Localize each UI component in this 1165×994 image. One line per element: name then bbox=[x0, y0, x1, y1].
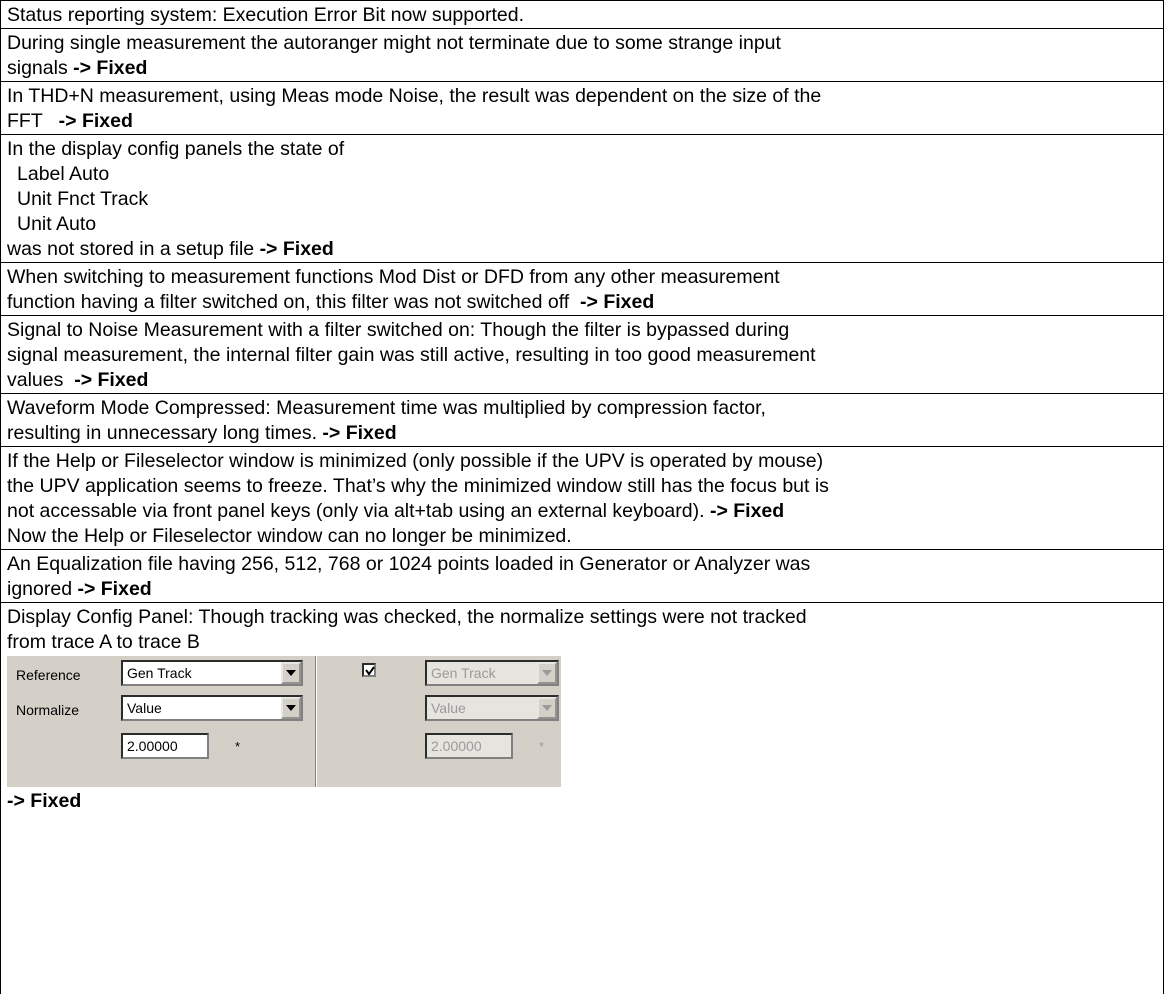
reference-select-b-value: Gen Track bbox=[431, 665, 496, 681]
row-line: Now the Help or Fileselector window can … bbox=[7, 524, 1157, 549]
row-line-text: values bbox=[7, 369, 75, 391]
normalize-value-input-a[interactable]: 2.00000 bbox=[121, 733, 209, 759]
row-line-text: Unit Fnct Track bbox=[17, 188, 149, 210]
row-line: During single measurement the autoranger… bbox=[7, 31, 1157, 56]
reference-select-a-value: Gen Track bbox=[127, 665, 192, 681]
track-checkbox[interactable] bbox=[362, 663, 376, 677]
row-line-text: the UPV application seems to freeze. Tha… bbox=[7, 475, 829, 497]
row-line: When switching to measurement functions … bbox=[7, 265, 1157, 290]
row-line-text: Signal to Noise Measurement with a filte… bbox=[7, 319, 790, 341]
table-row: Waveform Mode Compressed: Measurement ti… bbox=[1, 394, 1163, 447]
normalize-value-a: 2.00000 bbox=[127, 738, 178, 754]
row-line-text: FFT bbox=[7, 110, 59, 132]
table-row: Status reporting system: Execution Error… bbox=[1, 0, 1163, 29]
row-line: the UPV application seems to freeze. Tha… bbox=[7, 474, 1157, 499]
row-line: signals -> Fixed bbox=[7, 56, 1157, 81]
row-line-text: Status reporting system: Execution Error… bbox=[7, 4, 524, 26]
row-line-text: Label Auto bbox=[17, 163, 110, 185]
row-line: In the display config panels the state o… bbox=[7, 137, 1157, 162]
row-line-text: resulting in unnecessary long times. bbox=[7, 422, 323, 444]
unit-a: * bbox=[235, 739, 241, 754]
row-line: FFT -> Fixed bbox=[7, 109, 1157, 134]
row-line: Status reporting system: Execution Error… bbox=[7, 3, 1157, 28]
fixed-label: -> Fixed bbox=[73, 57, 148, 79]
row-line-text: During single measurement the autoranger… bbox=[7, 32, 781, 54]
table-row: If the Help or Fileselector window is mi… bbox=[1, 447, 1163, 550]
row-line: Unit Fnct Track bbox=[7, 187, 1157, 212]
normalize-value-input-b: 2.00000 bbox=[425, 733, 513, 759]
row-line: Waveform Mode Compressed: Measurement ti… bbox=[7, 396, 1157, 421]
chevron-down-icon bbox=[537, 697, 557, 719]
row-line: not accessable via front panel keys (onl… bbox=[7, 499, 1157, 524]
chevron-down-icon bbox=[537, 662, 557, 684]
row-line-text: When switching to measurement functions … bbox=[7, 266, 780, 288]
row-line-text: Waveform Mode Compressed: Measurement ti… bbox=[7, 397, 766, 419]
checkmark-icon bbox=[365, 666, 375, 676]
chevron-down-icon[interactable] bbox=[281, 697, 301, 719]
row-line-text: function having a filter switched on, th… bbox=[7, 291, 581, 313]
normalize-select-b: Value bbox=[425, 695, 559, 721]
fixed-label: -> Fixed bbox=[77, 578, 152, 600]
fixed-label: -> Fixed bbox=[709, 500, 785, 522]
table-row: In the display config panels the state o… bbox=[1, 135, 1163, 263]
panel-divider bbox=[315, 656, 317, 787]
row-line-text: signals bbox=[7, 57, 74, 79]
reference-select-b: Gen Track bbox=[425, 660, 559, 686]
row-line-text: Now the Help or Fileselector window can … bbox=[7, 525, 572, 547]
fixed-label: -> Fixed bbox=[580, 291, 655, 313]
row-line-text: signal measurement, the internal filter … bbox=[7, 344, 816, 366]
row-line-text: If the Help or Fileselector window is mi… bbox=[7, 450, 824, 472]
normalize-select-a-value: Value bbox=[127, 700, 162, 716]
table-row: Signal to Noise Measurement with a filte… bbox=[1, 316, 1163, 394]
row-line: An Equalization file having 256, 512, 76… bbox=[7, 552, 1157, 577]
row-line: resulting in unnecessary long times. -> … bbox=[7, 421, 1157, 446]
table-row: An Equalization file having 256, 512, 76… bbox=[1, 550, 1163, 603]
normalize-select-a[interactable]: Value bbox=[121, 695, 303, 721]
table-row: When switching to measurement functions … bbox=[1, 263, 1163, 316]
row-line-text: An Equalization file having 256, 512, 76… bbox=[7, 553, 811, 575]
row-line-text: ignored bbox=[7, 578, 78, 600]
row-line: from trace A to trace B bbox=[7, 631, 200, 653]
reference-label: Reference bbox=[16, 667, 81, 683]
row-line-text: was not stored in a setup file bbox=[7, 238, 260, 260]
row-line-text: Unit Auto bbox=[17, 213, 97, 235]
normalize-value-b: 2.00000 bbox=[431, 738, 482, 754]
table-row: In THD+N measurement, using Meas mode No… bbox=[1, 82, 1163, 135]
normalize-select-b-value: Value bbox=[431, 700, 466, 716]
fixed-label: -> Fixed bbox=[58, 110, 133, 132]
row-line-text: In THD+N measurement, using Meas mode No… bbox=[7, 85, 822, 107]
unit-b: * bbox=[539, 739, 545, 754]
fixed-label: -> Fixed bbox=[74, 369, 149, 391]
table-row-display-config: Display Config Panel: Though tracking wa… bbox=[1, 603, 1163, 814]
table-row: During single measurement the autoranger… bbox=[1, 29, 1163, 82]
release-notes-table: Status reporting system: Execution Error… bbox=[0, 0, 1164, 994]
row-line-text: not accessable via front panel keys (onl… bbox=[7, 500, 710, 522]
row-line: signal measurement, the internal filter … bbox=[7, 343, 1157, 368]
row-line: Display Config Panel: Though tracking wa… bbox=[7, 606, 807, 628]
row-line: values -> Fixed bbox=[7, 368, 1157, 393]
config-panel-screenshot: Reference Normalize Gen Track Value 2.00… bbox=[7, 656, 561, 787]
reference-select-a[interactable]: Gen Track bbox=[121, 660, 303, 686]
fixed-label: -> Fixed bbox=[322, 422, 397, 444]
fixed-label: -> Fixed bbox=[259, 238, 334, 260]
row-line: function having a filter switched on, th… bbox=[7, 290, 1157, 315]
row-line: was not stored in a setup file -> Fixed bbox=[7, 237, 1157, 262]
fixed-label: -> Fixed bbox=[7, 790, 82, 812]
row-line: If the Help or Fileselector window is mi… bbox=[7, 449, 1157, 474]
chevron-down-icon[interactable] bbox=[281, 662, 301, 684]
row-line: Label Auto bbox=[7, 162, 1157, 187]
row-line: ignored -> Fixed bbox=[7, 577, 1157, 602]
row-line-text: In the display config panels the state o… bbox=[7, 138, 345, 160]
row-line: Signal to Noise Measurement with a filte… bbox=[7, 318, 1157, 343]
row-line: In THD+N measurement, using Meas mode No… bbox=[7, 84, 1157, 109]
normalize-label: Normalize bbox=[16, 702, 80, 718]
row-line: Unit Auto bbox=[7, 212, 1157, 237]
